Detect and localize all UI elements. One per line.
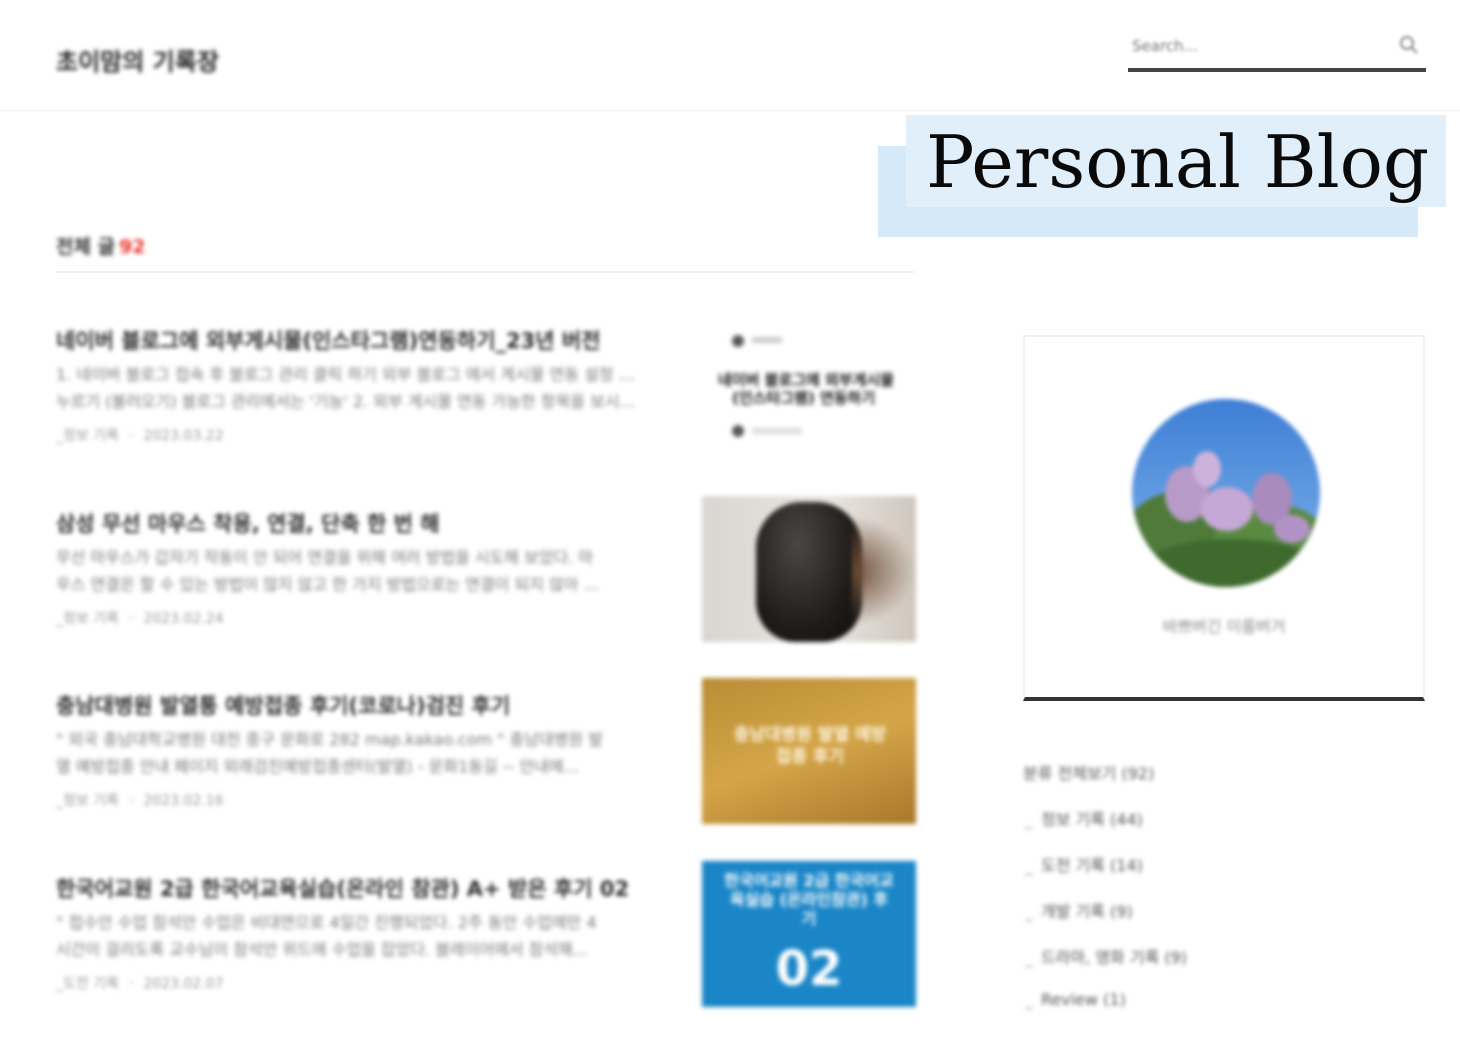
post-meta: _정보 기록 · 2023.02.24 — [56, 611, 224, 627]
category-list: 분류 전체보기 (92) 정보 기록 (44) 도전 기록 (14) 개발 기록… — [1023, 760, 1443, 1036]
post-title[interactable]: 한국어교원 2급 한국어교육실습(온라인 참관) A+ 받은 후기 02 — [56, 873, 656, 903]
post-item[interactable]: 한국어교원 2급 한국어교육실습(온라인 참관) A+ 받은 후기 02 " 접… — [56, 861, 916, 1023]
post-category[interactable]: _정보 기록 — [56, 793, 119, 809]
category-item-all[interactable]: 분류 전체보기 (92) — [1023, 760, 1443, 806]
mouse-image — [756, 502, 862, 642]
post-meta: _도전 기록 · 2023.02.07 — [56, 976, 224, 992]
thumb-text: 한국어교원 2급 한국어교육실습 (온라인참관) 후기 — [724, 871, 894, 928]
post-category[interactable]: _정보 기록 — [56, 611, 119, 627]
post-item[interactable]: 삼성 무선 마우스 착용, 연결, 단축 한 번 해 무선 마우스가 갑자기 작… — [56, 496, 916, 658]
post-title[interactable]: 삼성 무선 마우스 착용, 연결, 단축 한 번 해 — [56, 508, 656, 538]
post-date: 2023.02.16 — [143, 793, 224, 809]
post-category[interactable]: _정보 기록 — [56, 428, 119, 444]
profile-name: 바쁘버긴 이룸버거 — [1162, 617, 1286, 636]
post-meta: _정보 기록 · 2023.02.16 — [56, 793, 224, 809]
post-count: 92 — [119, 236, 146, 258]
post-excerpt-line: 누르기 (불러오기) 블로그 관리에서는 '기능' 2. 외부 게시물 연동 가… — [56, 392, 635, 411]
post-item[interactable]: 네이버 블로그에 외부게시물(인스타그램)연동하기_23년 버전 1. 네이버 … — [56, 325, 916, 475]
post-thumbnail[interactable]: 한국어교원 2급 한국어교육실습 (온라인참관) 후기 02 — [702, 861, 916, 1007]
post-excerpt-line: 열 예방접종 안내 페이지 외래검진예방접종센터(발열) - 문화1동길 -- … — [56, 757, 579, 776]
post-title[interactable]: 충남대병원 발열통 예방접종 후기(코로나)검진 후기 — [56, 690, 656, 720]
post-excerpt-line: " 외국 충남대학교병원 대전 중구 문화로 282 map.kakao.com… — [56, 730, 603, 749]
post-date: 2023.02.07 — [143, 976, 224, 992]
post-title[interactable]: 네이버 블로그에 외부게시물(인스타그램)연동하기_23년 버전 — [56, 325, 656, 355]
search-input[interactable] — [1130, 36, 1384, 56]
thumb-number: 02 — [775, 941, 843, 997]
post-excerpt: 1. 네이버 블로그 접속 후 블로그 관리 클릭 하기 외부 블로그 에서 게… — [56, 361, 641, 415]
post-excerpt-line: 무선 마우스가 갑자기 작동이 안 되어 연결을 위해 여러 방법을 시도해 보… — [56, 548, 594, 567]
avatar[interactable] — [1132, 399, 1320, 587]
post-date: 2023.03.22 — [143, 428, 224, 444]
post-excerpt-line: 우스 연결은 할 수 있는 방법이 많지 않고 한 가지 방법으로는 연결이 되… — [56, 575, 599, 594]
section-title-text: 전체 글 — [56, 236, 116, 258]
post-thumbnail[interactable] — [702, 496, 916, 642]
post-date: 2023.02.24 — [143, 611, 224, 627]
overlay-label: Personal Blog — [926, 120, 1430, 204]
thumb-text: (인스타그램) 연동하기 — [732, 389, 876, 407]
category-item[interactable]: 개발 기록 (9) — [1023, 898, 1443, 944]
category-item[interactable]: 정보 기록 (44) — [1023, 806, 1443, 852]
category-item[interactable]: 드라마, 영화 기록 (9) — [1023, 944, 1443, 990]
post-thumbnail[interactable]: 충남대병원 발열 예방접종 후기 — [702, 678, 916, 824]
section-title: 전체 글 92 — [56, 232, 146, 259]
search-icon[interactable] — [1398, 34, 1420, 56]
post-excerpt-line: 시간이 걸리도록 교수님이 참석안 위드에 수업을 잡았다. 블레이어에서 참석… — [56, 940, 589, 959]
blog-title[interactable]: 초이맘의 기록장 — [56, 42, 219, 77]
post-excerpt: " 외국 충남대학교병원 대전 중구 문화로 282 map.kakao.com… — [56, 726, 641, 780]
category-item[interactable]: 도전 기록 (14) — [1023, 852, 1443, 898]
post-excerpt: 무선 마우스가 갑자기 작동이 안 되어 연결을 위해 여러 방법을 시도해 보… — [56, 544, 641, 598]
category-item[interactable]: Review (1) — [1023, 990, 1443, 1036]
post-category[interactable]: _도전 기록 — [56, 976, 119, 992]
post-item[interactable]: 충남대병원 발열통 예방접종 후기(코로나)검진 후기 " 외국 충남대학교병원… — [56, 678, 916, 840]
search-box[interactable] — [1128, 30, 1426, 72]
post-excerpt-line: " 접수안 수업 참석안 수업은 비대면으로 4일간 진행되었다. 2주 동안 … — [56, 913, 597, 932]
profile-card: 바쁘버긴 이룸버거 — [1023, 335, 1425, 701]
section-divider — [56, 271, 914, 273]
post-excerpt: " 접수안 수업 참석안 수업은 비대면으로 4일간 진행되었다. 2주 동안 … — [56, 909, 641, 963]
thumb-text: 충남대병원 발열 예방접종 후기 — [733, 725, 887, 767]
post-thumbnail[interactable]: 네이버 블로그에 외부게시물 (인스타그램) 연동하기 — [702, 325, 916, 471]
site-header: 초이맘의 기록장 — [0, 0, 1460, 111]
post-excerpt-line: 1. 네이버 블로그 접속 후 블로그 관리 클릭 하기 외부 블로그 에서 게… — [56, 365, 641, 384]
post-meta: _정보 기록 · 2023.03.22 — [56, 428, 224, 444]
